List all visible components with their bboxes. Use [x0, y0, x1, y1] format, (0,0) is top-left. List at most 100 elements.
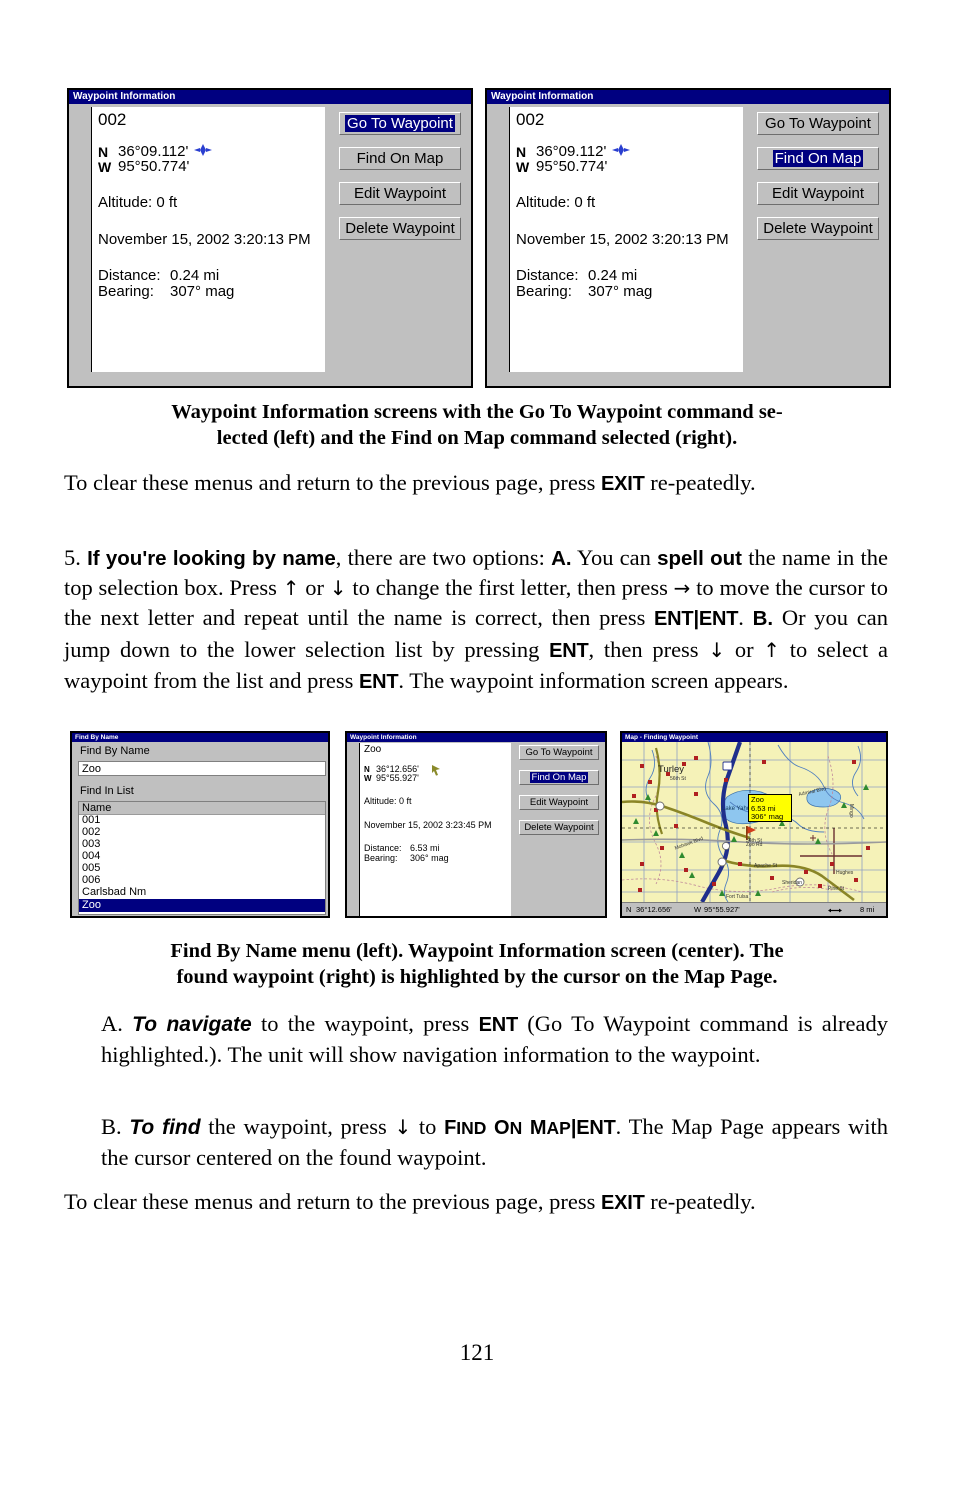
text: to the waypoint, press	[251, 1011, 479, 1036]
delete-waypoint-label: Delete Waypoint	[763, 220, 873, 237]
go-to-waypoint-label: Go To Waypoint	[765, 115, 871, 132]
paragraph-clear-menus-2: To clear these menus and return to the p…	[64, 1187, 888, 1218]
north-arrow-icon	[194, 144, 212, 156]
titlebar: Map - Finding Waypoint	[622, 733, 886, 742]
bearing-value: 306° mag	[410, 853, 449, 863]
map-label-mingo: Mingo	[848, 804, 854, 818]
paragraph-item-a: A. To navigate to the waypoint, press EN…	[101, 1009, 888, 1069]
ent-key: ENT	[358, 670, 399, 693]
sc-cap: M	[522, 1117, 547, 1139]
longitude-value: 95°50.774'	[118, 158, 190, 175]
go-to-waypoint-label: Go To Waypoint	[525, 747, 593, 758]
page-number: 121	[459, 1340, 495, 1365]
up-arrow-icon: ↑	[763, 637, 781, 662]
longitude-prefix: W	[516, 159, 530, 175]
text: to change the first letter, then press	[346, 575, 674, 601]
waypoint-detail-panel: 002 N 36°09.112' W 95°50.774' Altitude: …	[509, 107, 743, 372]
waypoint-name: Zoo	[364, 744, 382, 755]
text: You can	[571, 545, 658, 570]
go-to-waypoint-button[interactable]: Go To Waypoint	[339, 112, 461, 135]
altitude: Altitude: 0 ft	[98, 194, 178, 211]
bearing-value: 307° mag	[170, 283, 235, 300]
find-on-map-label: Find On Map	[772, 150, 864, 167]
text: the waypoint, press	[200, 1114, 395, 1139]
figure-caption-top: Waypoint Information screens with the Go…	[67, 399, 887, 451]
waypoint-list[interactable]: Name 001 002 003 004 005 006 Carlsbad Nm…	[78, 801, 326, 915]
waypoint-information-screen-left: Waypoint Information 002 N 36°09.112' W …	[67, 88, 473, 388]
titlebar: Waypoint Information	[347, 733, 605, 742]
map-label-zoo-rd: Zoo Rd	[746, 842, 763, 848]
status-lat-value: 36°12.656'	[636, 905, 672, 914]
caption-line-1: Find By Name menu (left). Waypoint Infor…	[170, 940, 784, 962]
list-item[interactable]: 005	[79, 863, 325, 875]
map-label-hughes: Hughes	[836, 870, 854, 876]
edit-waypoint-label: Edit Waypoint	[529, 797, 589, 808]
waypoint-name: 002	[98, 110, 127, 129]
status-lon-prefix: W	[694, 905, 702, 914]
find-by-name-screen: Find By Name Find By Name Zoo Find In Li…	[70, 731, 330, 918]
list-item[interactable]: 002	[79, 827, 325, 839]
map-status-bar: N 36°12.656' W 95°55.927' 8 mi	[622, 902, 886, 916]
sc-rest: AP	[546, 1118, 571, 1138]
list-item[interactable]: Carlsbad Nm	[79, 887, 325, 899]
longitude-prefix: W	[364, 774, 372, 783]
text: . The waypoint information screen appear…	[398, 667, 789, 693]
list-item[interactable]: 003	[79, 839, 325, 851]
step-number: 5.	[64, 545, 88, 570]
edit-waypoint-button[interactable]: Edit Waypoint	[339, 182, 461, 205]
go-to-waypoint-button[interactable]: Go To Waypoint	[757, 112, 879, 135]
titlebar: Find By Name	[72, 733, 328, 742]
down-arrow-icon: ↓	[708, 637, 726, 662]
delete-waypoint-button[interactable]: Delete Waypoint	[339, 217, 461, 240]
find-on-map-label: Find On Map	[529, 772, 589, 783]
list-item[interactable]: 004	[79, 851, 325, 863]
down-arrow-icon: ↓	[329, 576, 347, 601]
longitude-value: 95°55.927'	[376, 773, 419, 783]
map-label-fort-tulsa: Fort Tulsa	[726, 894, 749, 900]
delete-waypoint-button[interactable]: Delete Waypoint	[519, 820, 599, 835]
map-label-apache-st: Apache St	[754, 863, 778, 869]
waypoint-information-screen-center: Waypoint Information Zoo N 36°12.656' W …	[345, 731, 607, 918]
north-arrow-icon	[612, 144, 630, 156]
map-canvas[interactable]: Turley Lake Yahola 36th St 56th St Apach…	[622, 742, 886, 902]
delete-waypoint-button[interactable]: Delete Waypoint	[757, 217, 879, 240]
list-item-selected[interactable]: Zoo	[79, 899, 325, 912]
edit-waypoint-button[interactable]: Edit Waypoint	[757, 182, 879, 205]
bearing-label: Bearing:	[516, 283, 572, 300]
exit-key: EXIT	[601, 473, 645, 495]
to-navigate-emphasis: To navigate	[132, 1013, 252, 1036]
sc-cap: O	[486, 1117, 510, 1139]
bearing-label: Bearing:	[98, 283, 154, 300]
find-on-map-button[interactable]: Find On Map	[519, 770, 599, 785]
longitude-value: 95°50.774'	[536, 158, 608, 175]
text: or	[725, 636, 764, 662]
find-on-map-button[interactable]: Find On Map	[757, 147, 879, 170]
distance-label: Distance:	[98, 267, 161, 284]
latitude-prefix: N	[98, 144, 109, 160]
delete-waypoint-label: Delete Waypoint	[345, 220, 455, 237]
go-to-waypoint-button[interactable]: Go To Waypoint	[519, 745, 599, 760]
ent-key: ENT	[549, 639, 589, 662]
edit-waypoint-button[interactable]: Edit Waypoint	[519, 795, 599, 810]
list-item[interactable]: 006	[79, 875, 325, 887]
callout-bearing: 306° mag	[751, 812, 784, 821]
latitude-prefix: N	[364, 765, 370, 774]
go-to-waypoint-label: Go To Waypoint	[345, 115, 455, 132]
waypoint-detail-panel: 002 N 36°09.112' W 95°50.774' Altitude: …	[91, 107, 325, 372]
delete-waypoint-label: Delete Waypoint	[524, 822, 594, 833]
spell-out-emphasis: spell out	[657, 547, 742, 570]
name-input-field[interactable]: Zoo	[78, 761, 326, 776]
distance-value: 0.24 mi	[588, 267, 638, 284]
option-b-marker: B.	[752, 607, 774, 631]
waypoint-name: 002	[516, 110, 545, 129]
latitude-prefix: N	[516, 144, 527, 160]
map-finding-waypoint-screen: Map - Finding Waypoint Turley Lake Yahol…	[620, 731, 888, 918]
find-on-map-key: FIND ON MAP	[444, 1117, 571, 1139]
timestamp: November 15, 2002 3:20:13 PM	[98, 231, 311, 248]
up-arrow-icon: ↑	[282, 576, 300, 601]
list-column-header: Name	[79, 802, 325, 815]
ent-key: ENT	[576, 1117, 616, 1139]
find-on-map-button[interactable]: Find On Map	[339, 147, 461, 170]
list-item[interactable]: 001	[79, 815, 325, 827]
longitude-prefix: W	[98, 159, 112, 175]
